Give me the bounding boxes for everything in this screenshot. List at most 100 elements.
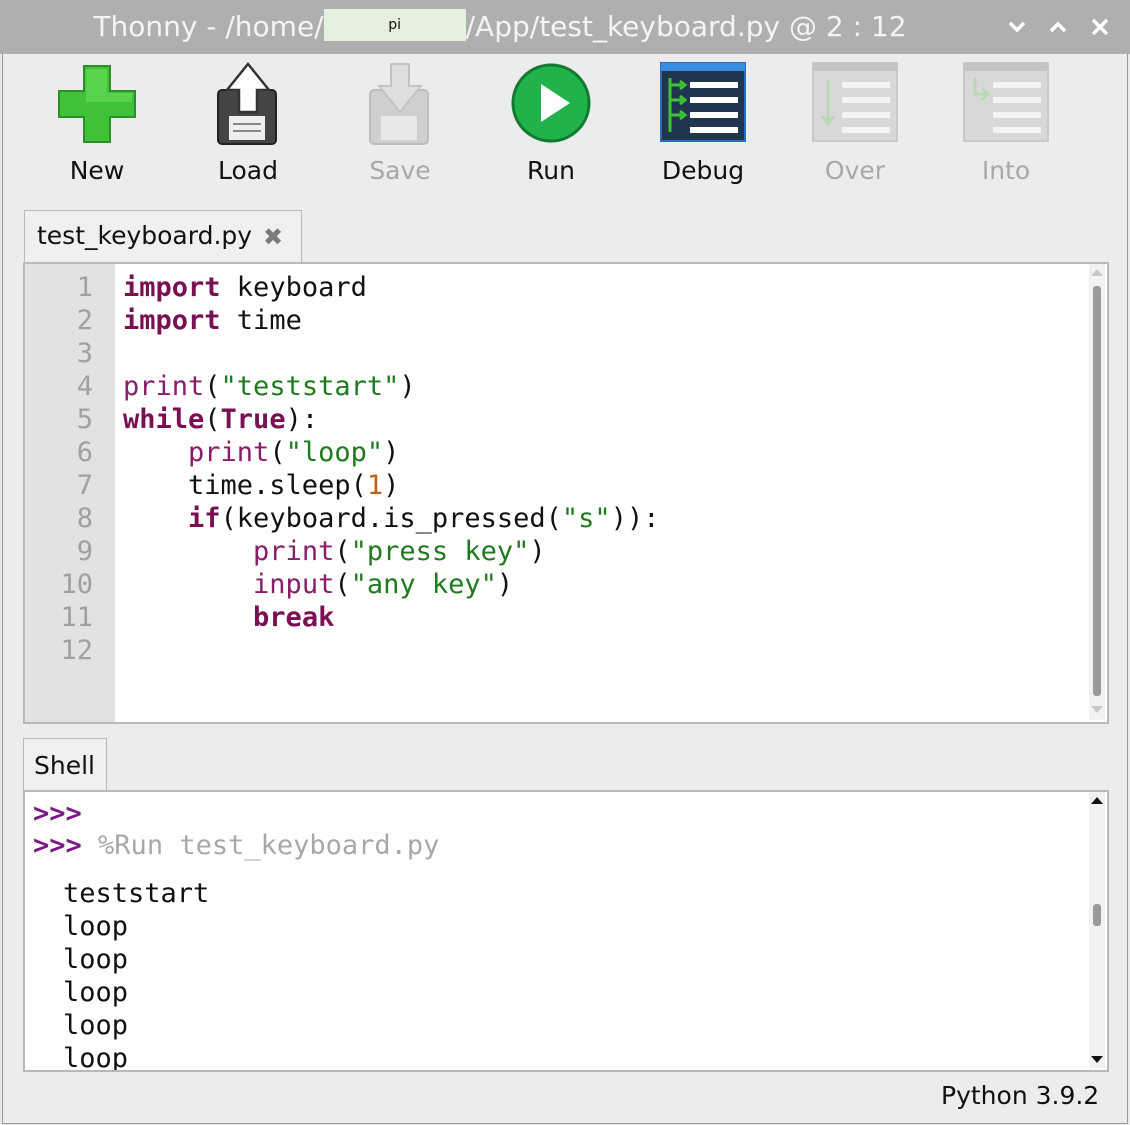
- code-token: "loop": [285, 437, 384, 468]
- code-line[interactable]: print("loop"): [123, 437, 399, 468]
- run-label: Run: [527, 156, 575, 185]
- step-into-icon: [963, 62, 1049, 142]
- code-line[interactable]: print("teststart"): [123, 371, 416, 402]
- shell-command-line: >>> %Run test_keyboard.py: [33, 830, 439, 861]
- new-button[interactable]: New: [37, 62, 157, 192]
- code-token: ): [529, 536, 546, 567]
- code-line[interactable]: input("any key"): [123, 569, 513, 600]
- shell-prompt: >>>: [33, 830, 82, 861]
- shell-prompt: >>>: [33, 798, 82, 829]
- line-number: 4: [76, 371, 93, 402]
- code-token: True: [220, 404, 286, 435]
- shell-tab[interactable]: Shell: [23, 738, 107, 791]
- code-token: if: [188, 503, 221, 534]
- code-line[interactable]: if(keyboard.is_pressed("s")):: [123, 503, 659, 534]
- scroll-down-icon[interactable]: [1089, 1054, 1105, 1066]
- scroll-down-icon[interactable]: [1089, 704, 1105, 716]
- line-number: 7: [76, 470, 93, 501]
- close-icon: [1091, 18, 1109, 36]
- code-line[interactable]: print("press key"): [123, 536, 546, 567]
- line-number: 1: [76, 272, 93, 303]
- editor-tab[interactable]: test_keyboard.py ✖: [24, 210, 302, 263]
- chevron-down-icon: [1008, 21, 1026, 33]
- close-tab-icon[interactable]: ✖: [263, 223, 283, 251]
- line-number: 11: [60, 602, 93, 633]
- save-button[interactable]: Save: [340, 62, 460, 192]
- code-token: "press key": [350, 536, 530, 567]
- code-token: "any key": [350, 569, 497, 600]
- editor-scrollbar[interactable]: [1089, 264, 1105, 720]
- load-label: Load: [218, 156, 278, 185]
- window-title: Thonny - /home/pi/App/test_keyboard.py @…: [0, 0, 1000, 54]
- run-button[interactable]: Run: [491, 62, 611, 192]
- code-token: (keyboard.is_pressed(: [220, 503, 562, 534]
- line-number: 6: [76, 437, 93, 468]
- shell-output-line: loop: [63, 977, 129, 1008]
- chevron-up-icon: [1049, 21, 1067, 33]
- code-line[interactable]: while(True):: [123, 404, 318, 435]
- code-editor[interactable]: 1 2 3 4 5 6 7 8 9 10 11 12 import keyboard import ti…: [23, 262, 1109, 724]
- line-number: 10: [60, 569, 93, 600]
- code-token: (: [334, 536, 351, 567]
- line-number: 2: [76, 305, 93, 336]
- shell-scrollbar[interactable]: [1089, 792, 1105, 1068]
- code-token: (: [204, 371, 221, 402]
- code-token: ):: [285, 404, 319, 435]
- python-version-status[interactable]: Python 3.9.2: [941, 1081, 1099, 1110]
- load-icon: [217, 62, 277, 145]
- shell-console[interactable]: >>> >>> %Run test_keyboard.py teststart l…: [23, 790, 1109, 1072]
- close-button[interactable]: [1085, 12, 1115, 42]
- shell-scroll-thumb[interactable]: [1093, 904, 1101, 926]
- line-number: 8: [76, 503, 93, 534]
- code-area[interactable]: import keyboard import time print("teststa…: [123, 264, 1083, 722]
- title-prefix: Thonny - /home/: [93, 10, 324, 43]
- line-number-gutter: 1 2 3 4 5 6 7 8 9 10 11 12: [25, 264, 115, 722]
- shell-output-line: teststart: [63, 878, 210, 909]
- over-label: Over: [824, 156, 886, 185]
- code-line[interactable]: time.sleep(1): [123, 470, 399, 501]
- step-over-icon: [812, 62, 898, 142]
- code-token: ): [496, 569, 514, 600]
- step-into-button[interactable]: Into: [946, 62, 1066, 192]
- code-token: print: [253, 536, 335, 567]
- debug-icon: [660, 62, 746, 142]
- into-label: Into: [981, 156, 1031, 185]
- line-number: 3: [76, 338, 93, 369]
- scroll-up-icon[interactable]: [1089, 266, 1105, 278]
- shell-tab-label: Shell: [34, 751, 95, 780]
- load-button[interactable]: Load: [188, 62, 308, 192]
- code-token: break: [253, 602, 335, 633]
- code-token: (: [334, 569, 351, 600]
- shell-prompt-line: >>>: [33, 798, 82, 829]
- shell-output-line: loop: [63, 944, 129, 975]
- code-token: 1: [366, 470, 384, 501]
- scroll-up-icon[interactable]: [1089, 794, 1105, 806]
- code-token: keyboard: [220, 272, 367, 303]
- debug-button[interactable]: Debug: [643, 62, 763, 192]
- code-token: (: [269, 437, 286, 468]
- shell-output-line: loop: [63, 1043, 129, 1072]
- code-token: import: [123, 305, 221, 336]
- shell-output-line: loop: [63, 1010, 129, 1041]
- code-line[interactable]: import time: [123, 305, 302, 336]
- code-token: print: [188, 437, 270, 468]
- shell-output-line: loop: [63, 911, 129, 942]
- minimize-button[interactable]: [1002, 12, 1032, 42]
- maximize-button[interactable]: [1043, 12, 1073, 42]
- code-token: "s": [561, 503, 611, 534]
- step-over-button[interactable]: Over: [795, 62, 915, 192]
- title-suffix: /App/test_keyboard.py @ 2 : 12: [465, 10, 907, 43]
- editor-tab-label: test_keyboard.py: [37, 221, 253, 250]
- main-window: New Load Save Run Debug Over Into test_k…: [2, 54, 1128, 1124]
- code-line[interactable]: import keyboard: [123, 272, 367, 303]
- code-token: )):: [610, 503, 660, 534]
- line-number: 9: [76, 536, 93, 567]
- username-mask: pi: [323, 9, 466, 41]
- play-icon: [511, 63, 591, 143]
- editor-scroll-thumb[interactable]: [1093, 286, 1101, 696]
- code-line[interactable]: break: [123, 602, 334, 633]
